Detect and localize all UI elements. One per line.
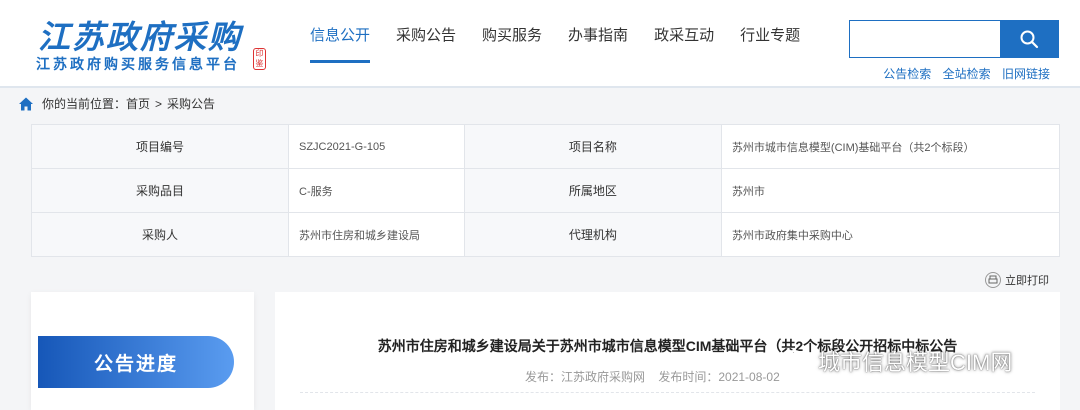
notice-progress-tab[interactable]: 公告进度 — [38, 336, 234, 388]
nav-item-procurement-notice[interactable]: 采购公告 — [386, 24, 466, 63]
table-row: 采购品目 C-服务 所属地区 苏州市 — [31, 168, 1061, 213]
value-project-number: SZJC2021-G-105 — [288, 124, 465, 169]
watermark: 城市信息模型CIM网 — [782, 345, 1012, 377]
label-region: 所属地区 — [463, 168, 722, 213]
sidebar-card: 公告进度 — [31, 292, 254, 410]
article-meta: 发布：江苏政府采购网 发布时间：2021-08-02 — [525, 368, 790, 385]
nav-item-guide[interactable]: 办事指南 — [558, 24, 638, 63]
breadcrumb-home-link[interactable]: 首页 — [126, 95, 150, 112]
site-header: 江苏政府采购 江苏政府购买服务信息平台 印鉴 信息公开 采购公告 购买服务 办事… — [0, 0, 1080, 86]
wechat-icon — [783, 350, 810, 372]
main-nav: 信息公开 采购公告 购买服务 办事指南 政采互动 行业专题 — [300, 24, 816, 63]
label-purchaser: 采购人 — [31, 212, 289, 257]
table-row: 采购人 苏州市住房和城乡建设局 代理机构 苏州市政府集中采购中心 — [31, 212, 1061, 257]
quick-links: 公告检索 全站检索 旧网链接 — [875, 65, 1050, 82]
value-agency: 苏州市政府集中采购中心 — [720, 212, 1061, 257]
print-button[interactable]: 立即打印 — [985, 272, 1049, 288]
site-logo[interactable]: 江苏政府采购 江苏政府购买服务信息平台 印鉴 — [36, 12, 276, 76]
nav-item-info-public[interactable]: 信息公开 — [300, 24, 380, 63]
link-old-site[interactable]: 旧网链接 — [1002, 67, 1050, 81]
breadcrumb-prefix: 你的当前位置： — [42, 97, 127, 111]
link-site-search[interactable]: 全站检索 — [943, 67, 991, 81]
value-region: 苏州市 — [720, 168, 1061, 213]
project-info-table: 项目编号 SZJC2021-G-105 项目名称 苏州市城市信息模型(CIM)基… — [31, 124, 1061, 257]
link-notice-search[interactable]: 公告检索 — [883, 67, 931, 81]
header-divider — [0, 86, 1080, 88]
breadcrumb-current[interactable]: 采购公告 — [167, 95, 215, 112]
print-label: 立即打印 — [1005, 275, 1049, 287]
search-input[interactable] — [850, 21, 1000, 57]
nav-item-industry-topics[interactable]: 行业专题 — [730, 24, 810, 63]
label-agency: 代理机构 — [463, 212, 722, 257]
article-publish-time: 发布时间：2021-08-02 — [658, 370, 780, 384]
print-icon — [985, 272, 1001, 288]
article-publisher: 发布：江苏政府采购网 — [525, 370, 646, 384]
search-icon — [1020, 30, 1039, 49]
nav-item-purchase-service[interactable]: 购买服务 — [472, 24, 552, 63]
value-project-name: 苏州市城市信息模型(CIM)基础平台（共2个标段） — [720, 124, 1061, 169]
nav-item-interaction[interactable]: 政采互动 — [644, 24, 724, 63]
article-divider — [300, 392, 1035, 393]
label-project-name: 项目名称 — [463, 124, 722, 169]
breadcrumb-separator: > — [155, 96, 163, 111]
home-icon — [19, 97, 33, 110]
logo-subtitle: 江苏政府购买服务信息平台 — [36, 56, 240, 72]
value-procurement-category: C-服务 — [288, 168, 465, 213]
logo-seal: 印鉴 — [253, 48, 266, 70]
breadcrumb: 你的当前位置： 首页 > 采购公告 — [18, 95, 215, 112]
label-project-number: 项目编号 — [31, 124, 289, 169]
logo-calligraphy: 江苏政府采购 — [38, 18, 243, 56]
table-row: 项目编号 SZJC2021-G-105 项目名称 苏州市城市信息模型(CIM)基… — [31, 124, 1061, 169]
search-box — [849, 20, 1059, 58]
watermark-text: 城市信息模型CIM网 — [818, 350, 1013, 375]
label-procurement-category: 采购品目 — [31, 168, 289, 213]
search-button[interactable] — [1000, 21, 1058, 57]
value-purchaser: 苏州市住房和城乡建设局 — [288, 212, 465, 257]
